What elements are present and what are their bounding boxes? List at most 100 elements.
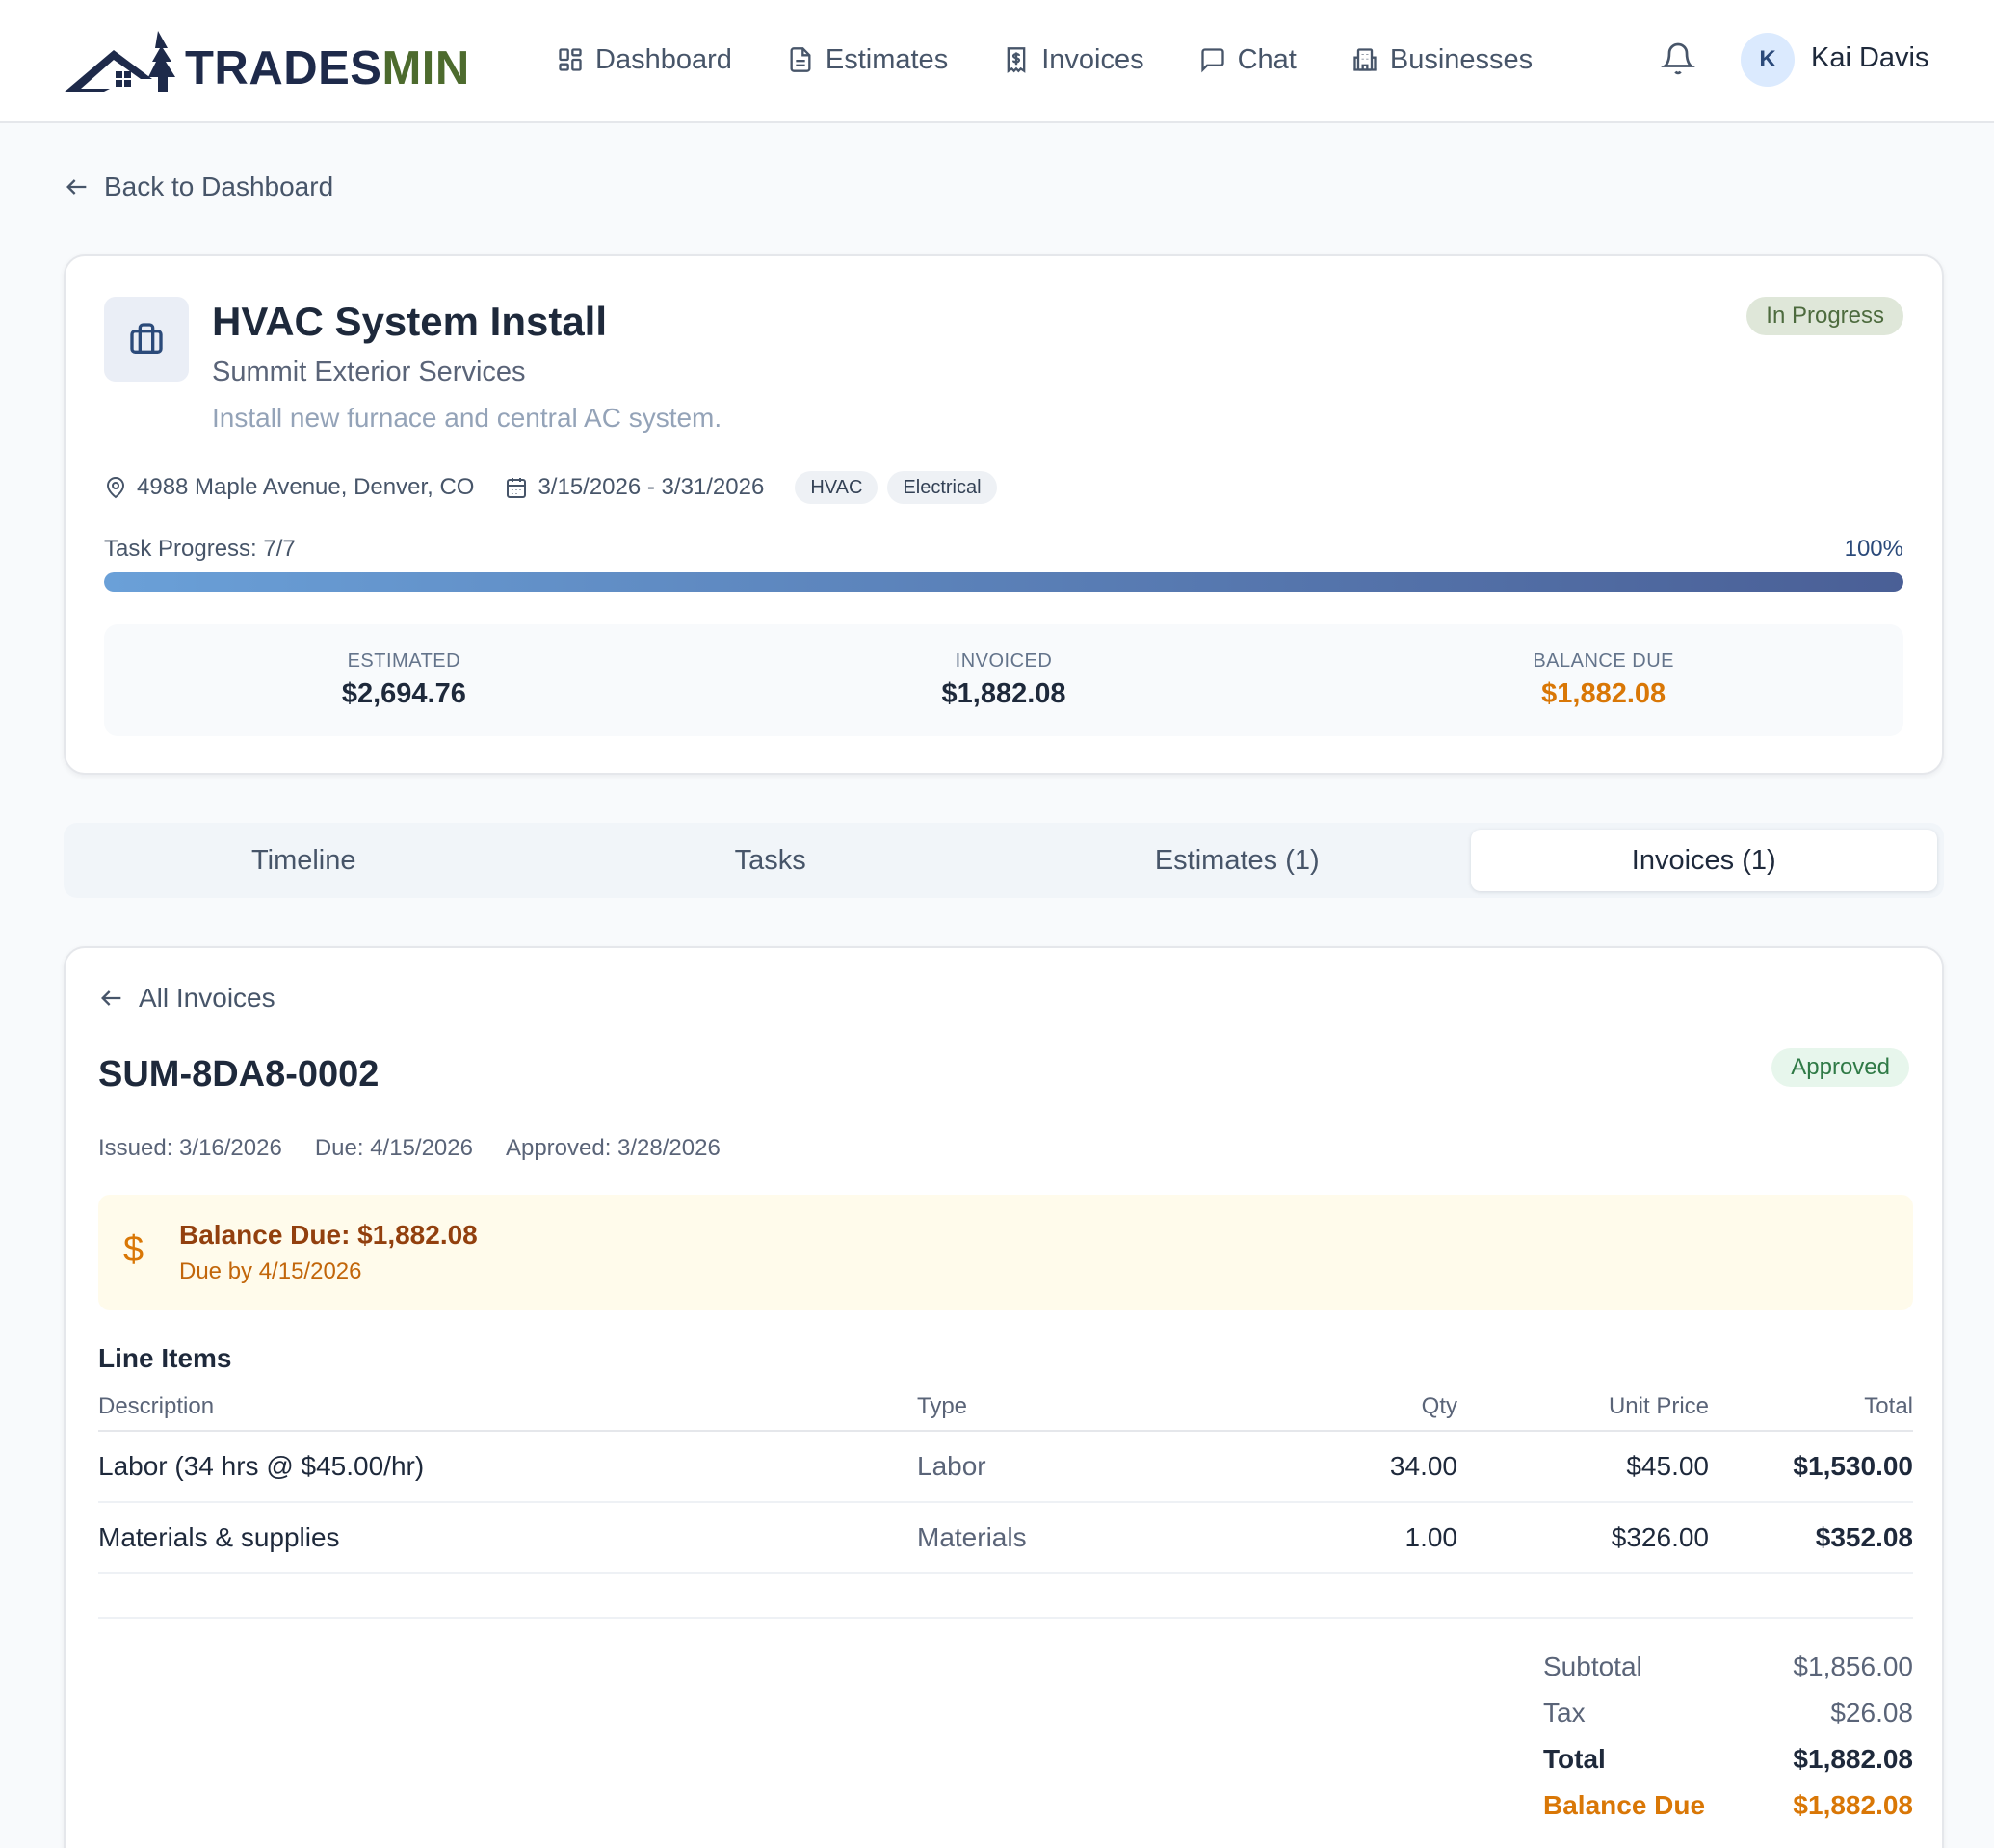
- task-progress-bar: [104, 572, 1903, 592]
- table-row: Materials & supplies Materials 1.00 $326…: [98, 1503, 1913, 1574]
- invoice-number: SUM-8DA8-0002: [98, 1054, 380, 1095]
- briefcase-icon: [130, 323, 163, 354]
- invoice-due-date: Due: 4/15/2026: [314, 1135, 473, 1161]
- tab-tasks[interactable]: Tasks: [538, 830, 1005, 891]
- line-items-table: Description Type Qty Unit Price Total La…: [98, 1393, 1913, 1574]
- job-company: Summit Exterior Services: [212, 356, 526, 387]
- summary-invoiced: INVOICED $1,882.08: [704, 624, 1304, 736]
- nav-estimates[interactable]: Estimates: [787, 44, 948, 76]
- dollar-icon: $: [123, 1229, 144, 1270]
- cell-unit-price: $45.00: [1626, 1451, 1709, 1481]
- nav-businesses[interactable]: Businesses: [1351, 44, 1533, 76]
- table-row: Labor (34 hrs @ $45.00/hr) Labor 34.00 $…: [98, 1432, 1913, 1503]
- nav-chat-label: Chat: [1237, 43, 1297, 75]
- nav-invoices-label: Invoices: [1041, 43, 1144, 75]
- summary-estimated-label: ESTIMATED: [347, 650, 461, 672]
- job-meta-row: 4988 Maple Avenue, Denver, CO 3/15/2026 …: [104, 470, 1007, 505]
- cell-qty: 1.00: [1404, 1522, 1458, 1552]
- cell-qty: 34.00: [1389, 1451, 1457, 1481]
- tax-value: $26.08: [1830, 1698, 1913, 1728]
- balance-due-banner: $ Balance Due: $1,882.08 Due by 4/15/202…: [98, 1195, 1913, 1310]
- invoice-status-badge: Approved: [1771, 1048, 1909, 1087]
- tab-estimates[interactable]: Estimates (1): [1004, 830, 1471, 891]
- cell-unit-price: $326.00: [1611, 1522, 1709, 1552]
- tax-label: Tax: [1543, 1698, 1586, 1728]
- job-title: HVAC System Install: [212, 299, 608, 344]
- column-type: Type: [917, 1393, 968, 1419]
- task-progress-percent: 100%: [1844, 536, 1903, 562]
- total-value: $1,882.08: [1793, 1744, 1913, 1774]
- job-tabs: Timeline Tasks Estimates (1) Invoices (1…: [64, 823, 1944, 898]
- summary-invoiced-label: INVOICED: [955, 650, 1053, 672]
- dashboard-grid-icon: [559, 48, 582, 71]
- all-invoices-label: All Invoices: [139, 983, 275, 1013]
- user-name[interactable]: Kai Davis: [1811, 42, 1929, 74]
- top-header: TRADESMIN Dashboard Estimates Invoices C…: [0, 0, 1994, 123]
- job-dates-text: 3/15/2026 - 3/31/2026: [538, 474, 765, 500]
- job-status-badge: In Progress: [1746, 297, 1903, 335]
- subtotal-value: $1,856.00: [1793, 1651, 1913, 1681]
- line-items-heading: Line Items: [98, 1343, 232, 1373]
- task-progress-fill: [104, 572, 1903, 592]
- column-total: Total: [1864, 1393, 1913, 1419]
- chat-bubble-icon: [1200, 48, 1224, 73]
- cell-total: $352.08: [1815, 1522, 1913, 1552]
- job-icon-tile: [104, 297, 189, 382]
- job-dates: 3/15/2026 - 3/31/2026: [505, 474, 764, 501]
- total-label: Total: [1543, 1744, 1606, 1774]
- nav-businesses-label: Businesses: [1389, 43, 1534, 75]
- summary-balance-label: BALANCE DUE: [1533, 650, 1674, 672]
- balance-due-subtitle: Due by 4/15/2026: [179, 1258, 362, 1284]
- main-nav: Dashboard Estimates Invoices Chat Busine…: [557, 37, 1587, 83]
- balance-due-value: $1,882.08: [1793, 1790, 1913, 1820]
- back-to-dashboard-label: Back to Dashboard: [104, 172, 334, 201]
- job-description: Install new furnace and central AC syste…: [212, 403, 722, 433]
- calendar-icon: [507, 478, 527, 498]
- summary-balance: BALANCE DUE $1,882.08: [1303, 624, 1903, 736]
- nav-estimates-label: Estimates: [825, 43, 949, 75]
- balance-due-label: Balance Due: [1543, 1790, 1706, 1820]
- arrow-left-icon: [101, 990, 121, 1006]
- job-address: 4988 Maple Avenue, Denver, CO: [104, 474, 474, 501]
- back-to-dashboard-link[interactable]: Back to Dashboard: [64, 172, 333, 202]
- cell-description: Materials & supplies: [98, 1522, 340, 1552]
- receipt-dollar-icon: [1007, 47, 1026, 73]
- summary-estimated: ESTIMATED $2,694.76: [104, 624, 704, 736]
- balance-due-title: Balance Due: $1,882.08: [179, 1220, 478, 1250]
- document-icon: [790, 47, 811, 72]
- bell-icon: [1661, 42, 1695, 75]
- invoice-dates: Issued: 3/16/2026 Due: 4/15/2026 Approve…: [98, 1135, 753, 1162]
- job-tag: Electrical: [887, 471, 997, 504]
- tab-invoices[interactable]: Invoices (1): [1470, 830, 1937, 891]
- nav-invoices[interactable]: Invoices: [1003, 43, 1144, 76]
- job-summary-card: HVAC System Install Summit Exterior Serv…: [64, 254, 1944, 775]
- job-tag: HVAC: [795, 471, 879, 504]
- column-qty: Qty: [1421, 1393, 1457, 1419]
- total-row: Total $1,882.08: [1543, 1736, 1913, 1782]
- balance-due-row: Balance Due $1,882.08: [1543, 1782, 1913, 1829]
- summary-balance-value: $1,882.08: [1541, 678, 1666, 709]
- nav-dashboard[interactable]: Dashboard: [557, 44, 732, 76]
- task-progress-label: Task Progress: 7/7: [104, 536, 296, 562]
- building-icon: [1353, 48, 1377, 71]
- subtotal-label: Subtotal: [1543, 1651, 1642, 1681]
- user-avatar[interactable]: K: [1741, 33, 1795, 87]
- subtotal-row: Subtotal $1,856.00: [1543, 1644, 1913, 1690]
- nav-chat[interactable]: Chat: [1199, 44, 1297, 76]
- job-address-text: 4988 Maple Avenue, Denver, CO: [137, 474, 475, 500]
- cell-type: Materials: [917, 1522, 1027, 1552]
- summary-invoiced-value: $1,882.08: [941, 678, 1066, 709]
- map-pin-icon: [106, 477, 125, 499]
- invoice-issued-date: Issued: 3/16/2026: [98, 1135, 282, 1161]
- all-invoices-link[interactable]: All Invoices: [98, 983, 275, 1014]
- notifications-button[interactable]: [1661, 40, 1695, 82]
- invoice-detail-card: All Invoices SUM-8DA8-0002 Approved Issu…: [64, 946, 1944, 1848]
- column-description: Description: [98, 1393, 215, 1419]
- tab-timeline[interactable]: Timeline: [70, 830, 538, 891]
- column-unit-price: Unit Price: [1608, 1393, 1709, 1419]
- brand-logo[interactable]: TRADESMIN: [64, 27, 470, 94]
- cell-total: $1,530.00: [1793, 1451, 1913, 1481]
- totals-divider: [98, 1617, 1913, 1619]
- nav-dashboard-label: Dashboard: [595, 43, 732, 75]
- house-tree-logo-icon: [64, 31, 175, 92]
